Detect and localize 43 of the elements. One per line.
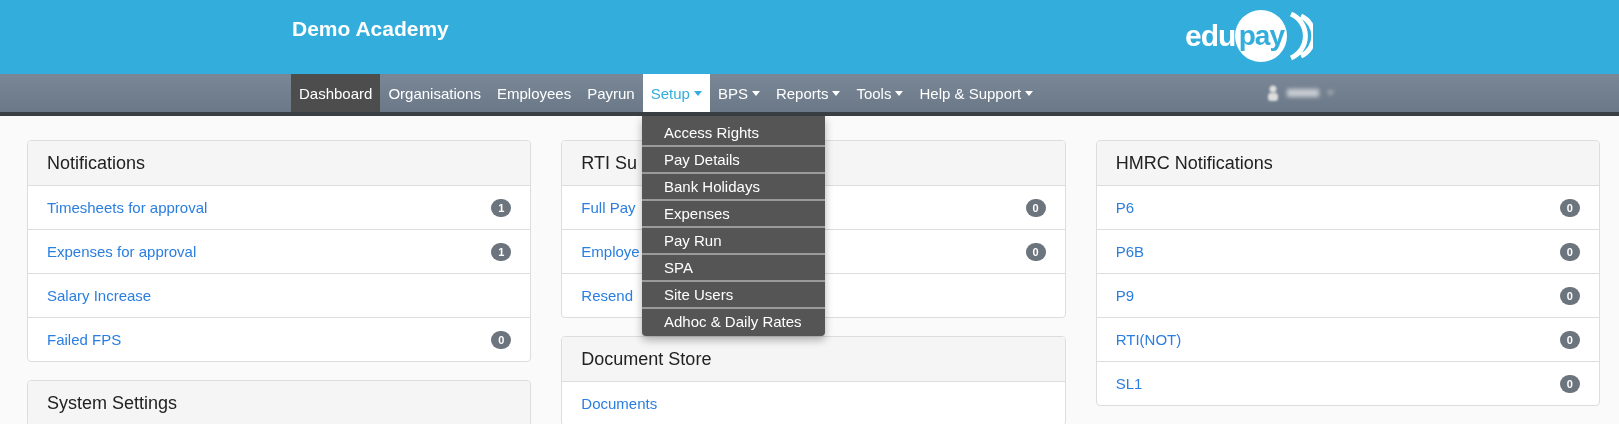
nav-tab[interactable]: Reports [767,74,849,112]
panel-link[interactable]: Resend [581,287,634,304]
nav-tab[interactable]: BPS [709,74,768,112]
user-icon[interactable] [1267,85,1280,101]
panel-link[interactable]: P9 [1115,287,1134,304]
count-badge: 0 [1025,242,1046,261]
nav-tab[interactable]: Payrun [579,74,643,112]
count-badge: 0 [1559,374,1580,393]
nav-tab[interactable]: Tools [848,74,912,112]
panel-link[interactable]: Timesheets for approval [47,199,208,216]
panel-link[interactable]: Expenses for approval [47,243,197,260]
panel-heading: Document Store [562,337,1065,382]
nav-tab[interactable]: Employees [488,74,580,112]
panel-heading: System Settings [28,381,531,424]
panel-link[interactable]: Full Pay [581,199,636,216]
menu-item[interactable]: Adhoc & Daily Rates [642,309,825,334]
panel-link[interactable]: Failed FPS [47,331,122,348]
panel-heading: Notifications [28,141,531,186]
nav-tab[interactable]: Setup [642,74,710,112]
panel-link[interactable]: RTI(NOT) [1115,331,1182,348]
nav-tab[interactable]: Dashboard [291,74,381,112]
count-badge: 1 [491,198,512,217]
panel-link[interactable]: Documents [581,395,658,412]
panel-link[interactable]: SL1 [1115,375,1143,392]
count-badge: 0 [1559,242,1580,261]
menu-item[interactable]: Access Rights [642,120,825,147]
count-badge: 0 [1559,286,1580,305]
panel-link[interactable]: Employe [581,243,640,260]
panel-heading: HMRC Notifications [1096,141,1599,186]
academy-title: Demo Academy [292,17,450,41]
panel-link[interactable]: P6 [1115,199,1134,216]
logo-text: pay [1235,10,1288,62]
logo-arcs-icon [1287,10,1314,62]
count-badge: 0 [1559,198,1580,217]
count-badge: 1 [491,242,512,261]
count-badge: 0 [1559,330,1580,349]
nav-tab[interactable]: Help & Support [911,74,1042,112]
panel-link[interactable]: P6B [1115,243,1144,260]
count-badge: 0 [491,330,512,349]
nav-tab[interactable]: Organisations [380,74,489,112]
logo-text: edu [1185,19,1236,53]
count-badge: 0 [1025,198,1046,217]
panel-link[interactable]: Salary Increase [47,287,152,304]
